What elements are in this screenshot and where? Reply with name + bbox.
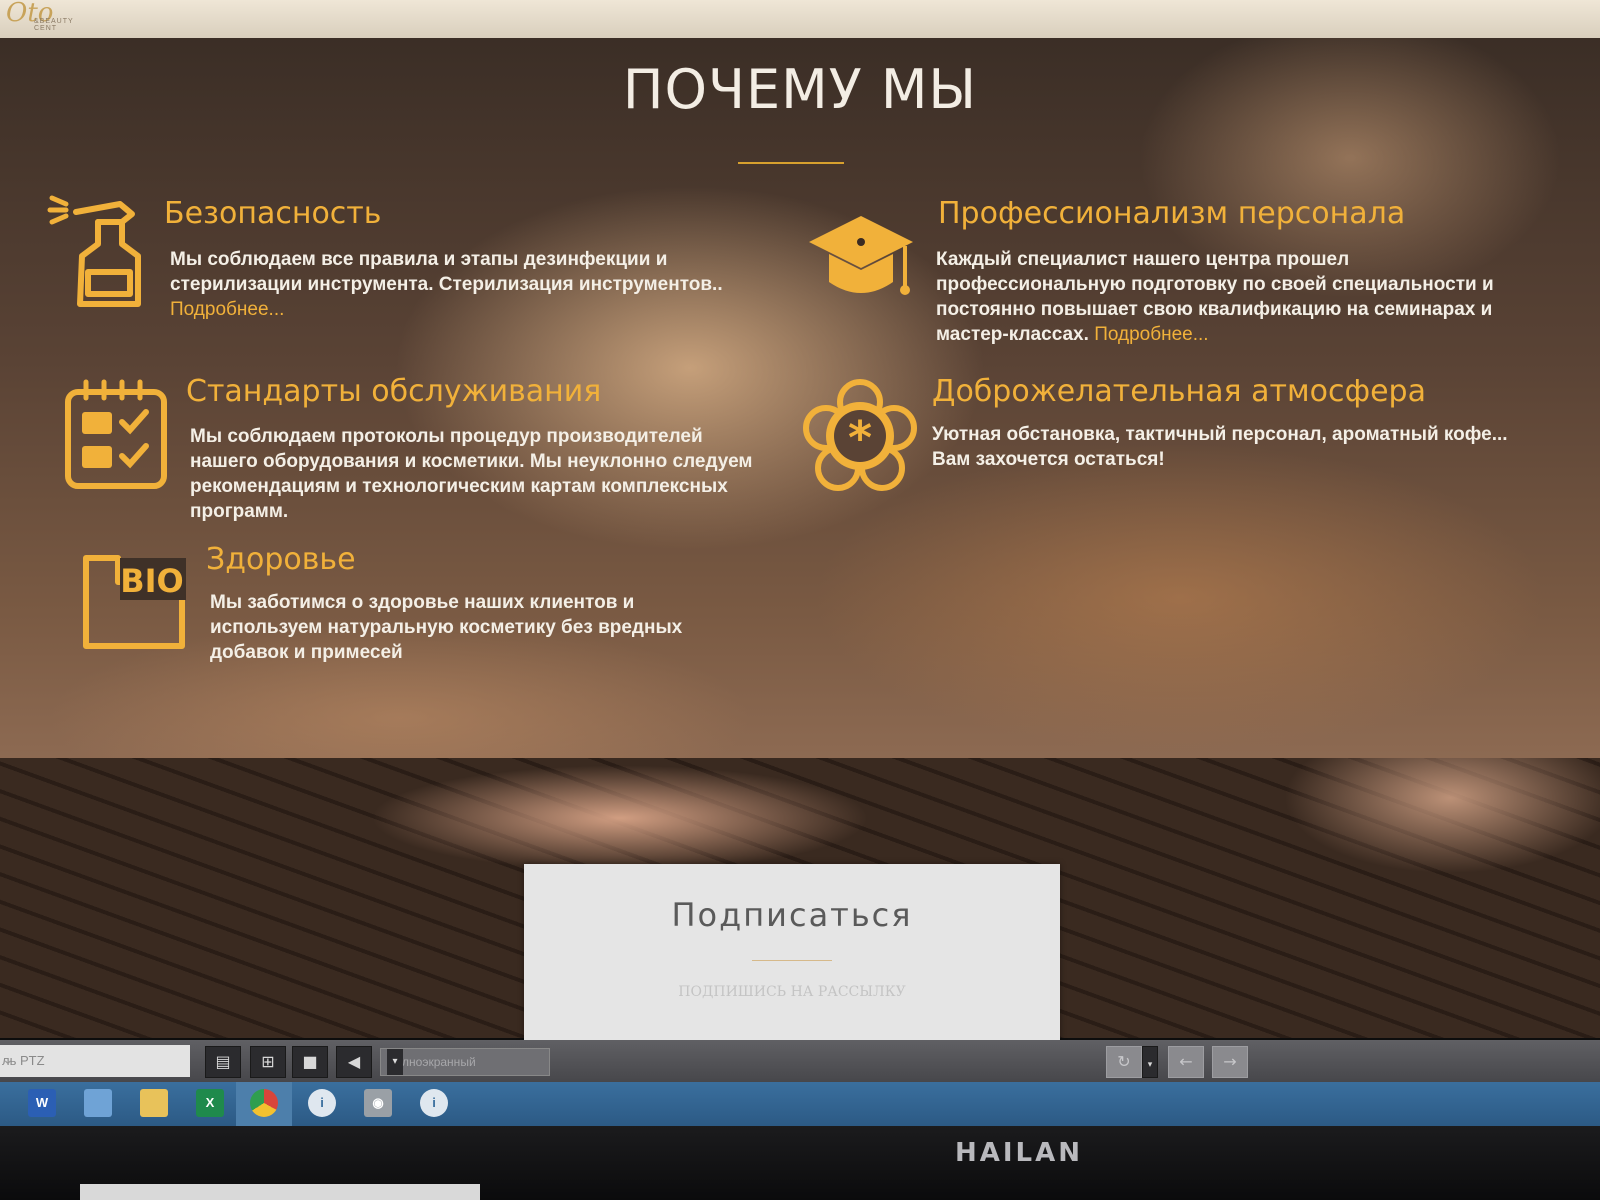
graduation-cap-icon <box>809 216 913 295</box>
back-arrow-icon: ← <box>1179 1052 1193 1071</box>
view-mode-dropdown[interactable]: Полноэкранный ▾ <box>380 1048 550 1076</box>
feature-title: Доброжелательная атмосфера <box>932 374 1426 409</box>
subscribe-title: Подписаться <box>671 896 913 934</box>
subscribe-card: Подписаться ПОДПИШИСЬ НА РАССЫЛКУ <box>524 864 1060 1044</box>
feature-description: Мы соблюдаем протоколы процедур производ… <box>190 424 770 524</box>
logo-subtitle: &BEAUTY CENT <box>34 18 74 32</box>
feature-title: Здоровье <box>206 542 356 577</box>
feature-title: Безопасность <box>164 196 382 231</box>
layout-grid-button[interactable]: ⊞ <box>250 1046 286 1078</box>
mute-icon: ◀ <box>347 1052 361 1071</box>
info-icon[interactable]: i <box>308 1089 336 1117</box>
excel-icon[interactable]: X <box>196 1089 224 1117</box>
subscribe-subtitle: ПОДПИШИСЬ НА РАССЫЛКУ <box>678 984 906 1000</box>
layout-grid-icon: ⊞ <box>261 1052 275 1071</box>
section-title: ПОЧЕМУ МЫ <box>622 58 978 121</box>
forward-button[interactable]: → <box>1212 1046 1248 1078</box>
bio-label: BIO <box>120 562 184 600</box>
feature-title: Стандарты обслуживания <box>186 374 602 409</box>
flower-icon: * <box>803 379 917 491</box>
camera-icon[interactable]: ◉ <box>364 1089 392 1117</box>
ptz-dropdown[interactable]: ль PTZ ⌄ <box>0 1045 190 1077</box>
info-icon[interactable]: i <box>420 1089 448 1117</box>
site-header-strip: Oto &BEAUTY CENT <box>0 0 1600 38</box>
folder-icon[interactable] <box>140 1089 168 1117</box>
title-underline <box>738 162 844 164</box>
feature-description: Каждый специалист нашего центра прошел п… <box>936 247 1516 347</box>
monitor-brand: HAILAN <box>955 1138 1084 1168</box>
chrome-icon[interactable] <box>250 1089 278 1117</box>
bio-icon: BIO <box>83 555 186 649</box>
word-icon[interactable]: W <box>28 1089 56 1117</box>
refresh-menu-button[interactable]: ▾ <box>1142 1046 1158 1078</box>
read-more-link[interactable]: Подробнее... <box>1094 324 1208 345</box>
feature-text: Мы соблюдаем протоколы процедур производ… <box>190 426 753 522</box>
refresh-button[interactable]: ↻ <box>1106 1046 1142 1078</box>
refresh-icon: ↻ <box>1117 1052 1131 1071</box>
computer-icon[interactable] <box>84 1089 112 1117</box>
layout-single-button[interactable]: ▤ <box>205 1046 241 1078</box>
checklist-calendar-icon <box>65 379 167 489</box>
stop-button[interactable]: ■ <box>292 1046 328 1078</box>
feature-text: Каждый специалист нашего центра прошел п… <box>936 249 1494 345</box>
spray-bottle-icon <box>47 195 141 307</box>
chevron-down-icon: ⌄ <box>2 1051 14 1067</box>
stop-icon: ■ <box>302 1052 318 1071</box>
feature-title: Профессионализм персонала <box>938 196 1406 231</box>
desk-paper <box>80 1184 480 1200</box>
subscribe-divider <box>752 960 832 961</box>
feature-text: Мы соблюдаем все правила и этапы дезинфе… <box>170 249 723 295</box>
mute-button[interactable]: ◀ <box>336 1046 372 1078</box>
forward-arrow-icon: → <box>1223 1052 1237 1071</box>
svg-text:*: * <box>848 411 872 465</box>
back-button[interactable]: ← <box>1168 1046 1204 1078</box>
viewer-toolbar: ль PTZ ⌄ ▤ ⊞ ■ ◀ Полноэкранный ▾ ↻ ▾ ← → <box>0 1040 1600 1082</box>
chevron-down-icon: ▾ <box>1147 1060 1153 1070</box>
layout-single-icon: ▤ <box>215 1052 231 1071</box>
feature-description: Мы соблюдаем все правила и этапы дезинфе… <box>170 247 730 322</box>
feature-text: Уютная обстановка, тактичный персонал, а… <box>932 424 1508 470</box>
feature-description: Уютная обстановка, тактичный персонал, а… <box>932 422 1512 472</box>
feature-description: Мы заботимся о здоровье наших клиентов и… <box>210 590 730 665</box>
read-more-link[interactable]: Подробнее... <box>170 299 284 320</box>
chevron-down-icon: ▾ <box>387 1049 403 1075</box>
windows-taskbar: W X i ◉ i <box>0 1082 1600 1126</box>
feature-text: Мы заботимся о здоровье наших клиентов и… <box>210 592 683 663</box>
site-logo[interactable]: Oto &BEAUTY CENT <box>6 0 86 32</box>
